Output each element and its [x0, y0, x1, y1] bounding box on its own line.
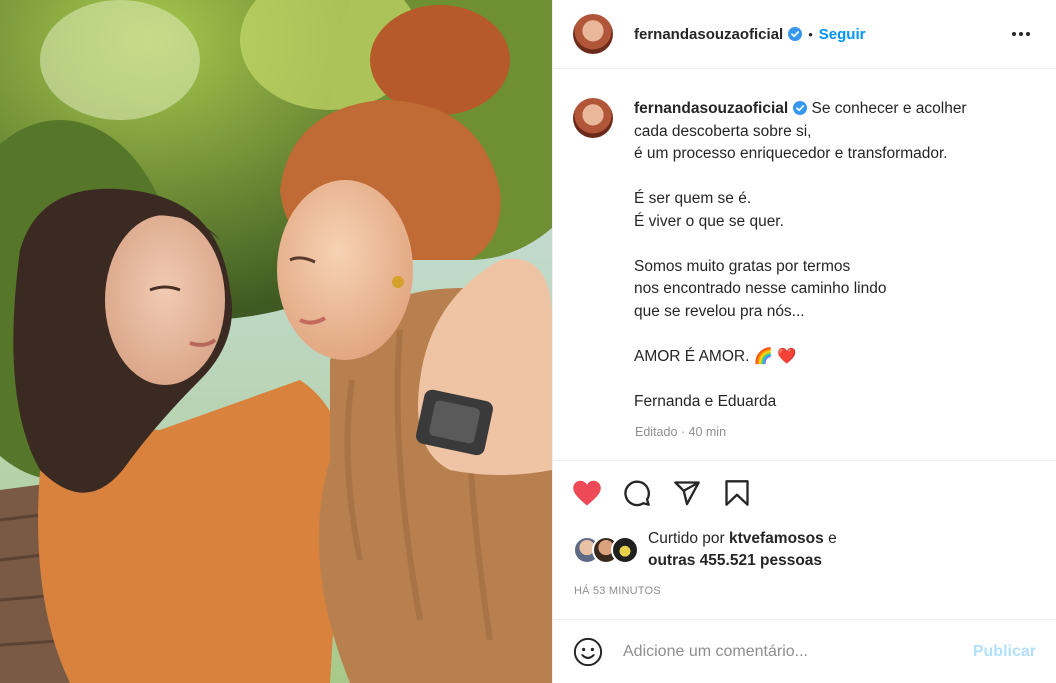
photo-illustration [0, 0, 552, 683]
verified-badge-icon [788, 27, 803, 41]
caption-line [634, 166, 1014, 189]
comment-icon [624, 480, 650, 506]
verified-badge-icon [793, 101, 808, 115]
comment-button[interactable] [619, 475, 655, 511]
caption-line [634, 233, 1014, 256]
caption-line: cada descoberta sobre si, [634, 122, 812, 140]
more-dot [1019, 32, 1023, 36]
caption-line: Somos muito gratas por termos [634, 257, 851, 275]
author-username[interactable]: fernandasouzaoficial [634, 26, 783, 43]
more-options-icon[interactable] [1006, 26, 1036, 42]
caption-line: É viver o que se quer. [634, 212, 784, 230]
caption-line: Fernanda e Eduarda [634, 392, 777, 410]
like-button[interactable] [569, 475, 605, 511]
action-bar [553, 460, 1056, 524]
caption-author-avatar[interactable] [573, 98, 613, 138]
caption-area: fernandasouzaoficial Se conhecer e acolh… [553, 70, 1056, 460]
instagram-post: fernandasouzaoficial • Seguir fernandaso… [0, 0, 1056, 683]
publish-button[interactable]: Publicar [973, 643, 1036, 661]
paper-plane-icon [674, 480, 700, 505]
comment-box: Publicar [553, 619, 1056, 683]
caption-line: que se revelou pra nós... [634, 302, 805, 320]
save-button[interactable] [719, 475, 755, 511]
likes-others-link[interactable]: outras 455.521 pessoas [648, 552, 822, 569]
edited-timestamp: Editado · 40 min [635, 425, 727, 439]
caption-line [634, 368, 1014, 391]
bookmark-icon [725, 479, 749, 506]
caption-row: fernandasouzaoficial Se conhecer e acolh… [573, 98, 1036, 413]
more-dot [1026, 32, 1030, 36]
likes-prefix: Curtido por [648, 530, 725, 547]
likes-user-link[interactable]: ktvefamosos [729, 530, 824, 547]
share-button[interactable] [669, 475, 705, 511]
post-photo[interactable] [0, 0, 552, 683]
heart-icon [573, 480, 601, 505]
caption-line: É ser quem se é. [634, 190, 752, 207]
caption-line-text: Se conhecer e acolher [811, 100, 967, 117]
header-separator: • [808, 26, 813, 42]
likes-summary: Curtido por ktvefamosos e outras 455.521… [573, 528, 837, 572]
post-header: fernandasouzaoficial • Seguir [553, 0, 1056, 69]
post-side-panel: fernandasouzaoficial • Seguir fernandaso… [552, 0, 1056, 683]
emoji-icon[interactable] [573, 637, 603, 667]
caption-username[interactable]: fernandasouzaoficial [634, 100, 788, 117]
caption-line: fernandasouzaoficial Se conhecer e acolh… [634, 98, 1014, 121]
likes-conjunction: e [828, 530, 837, 547]
caption-text: fernandasouzaoficial Se conhecer e acolh… [634, 98, 1014, 413]
more-dot [1012, 32, 1016, 36]
follow-button[interactable]: Seguir [819, 26, 866, 43]
likes-text: Curtido por ktvefamosos e outras 455.521… [648, 528, 837, 572]
caption-line: nos encontrado nesse caminho lindo [634, 280, 887, 297]
caption-line [634, 323, 1014, 346]
comment-input[interactable] [621, 641, 973, 662]
caption-line: AMOR É AMOR. 🌈 ❤️ [634, 347, 797, 365]
author-avatar[interactable] [573, 14, 613, 54]
caption-line: é um processo enriquecedor e transformad… [634, 145, 948, 162]
post-timestamp[interactable]: HÁ 53 MINUTOS [574, 585, 661, 597]
liker-avatar[interactable] [611, 536, 639, 564]
